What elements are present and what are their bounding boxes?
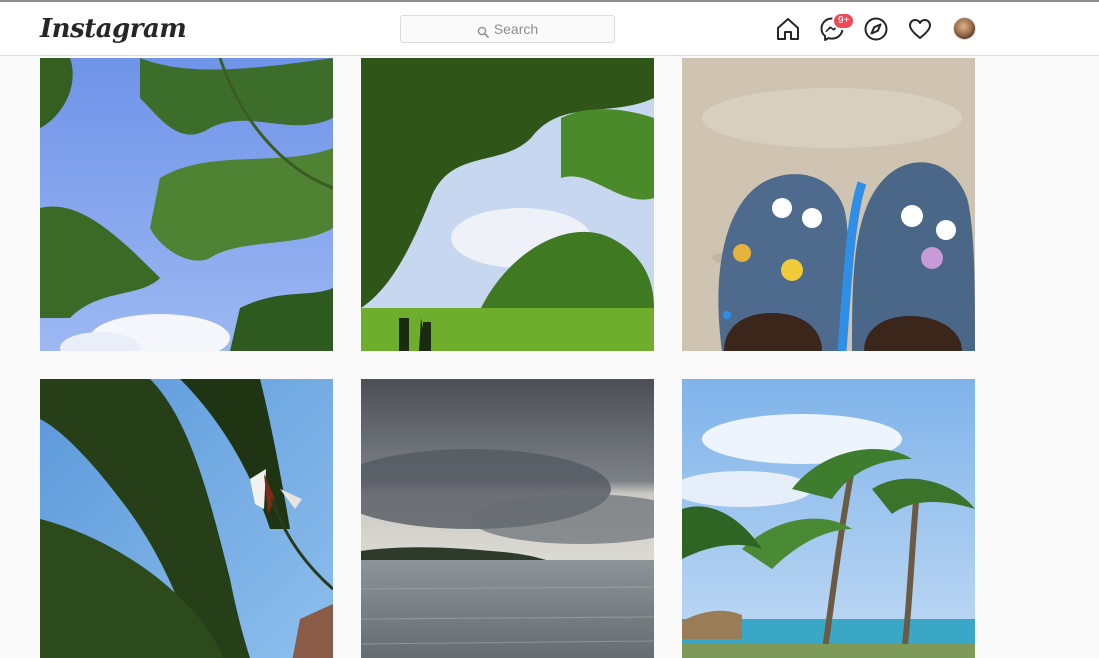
post-thumbnail-5[interactable]	[361, 379, 654, 658]
top-navbar: Instagram Search 9+	[0, 2, 1099, 56]
messenger-badge: 9+	[832, 12, 856, 30]
post-thumbnail-6[interactable]	[682, 379, 975, 658]
avatar[interactable]	[953, 17, 976, 40]
post-thumbnail-2[interactable]	[361, 58, 654, 351]
search-placeholder: Search	[493, 21, 539, 37]
heart-icon[interactable]	[907, 16, 933, 42]
search-icon	[477, 23, 489, 38]
search-box[interactable]: Search	[400, 15, 615, 43]
home-icon[interactable]	[775, 16, 801, 42]
compass-icon[interactable]	[863, 16, 889, 42]
instagram-logo[interactable]: Instagram	[40, 10, 187, 48]
post-thumbnail-1[interactable]	[40, 58, 333, 351]
post-thumbnail-3[interactable]	[682, 58, 975, 351]
post-thumbnail-4[interactable]	[40, 379, 333, 658]
